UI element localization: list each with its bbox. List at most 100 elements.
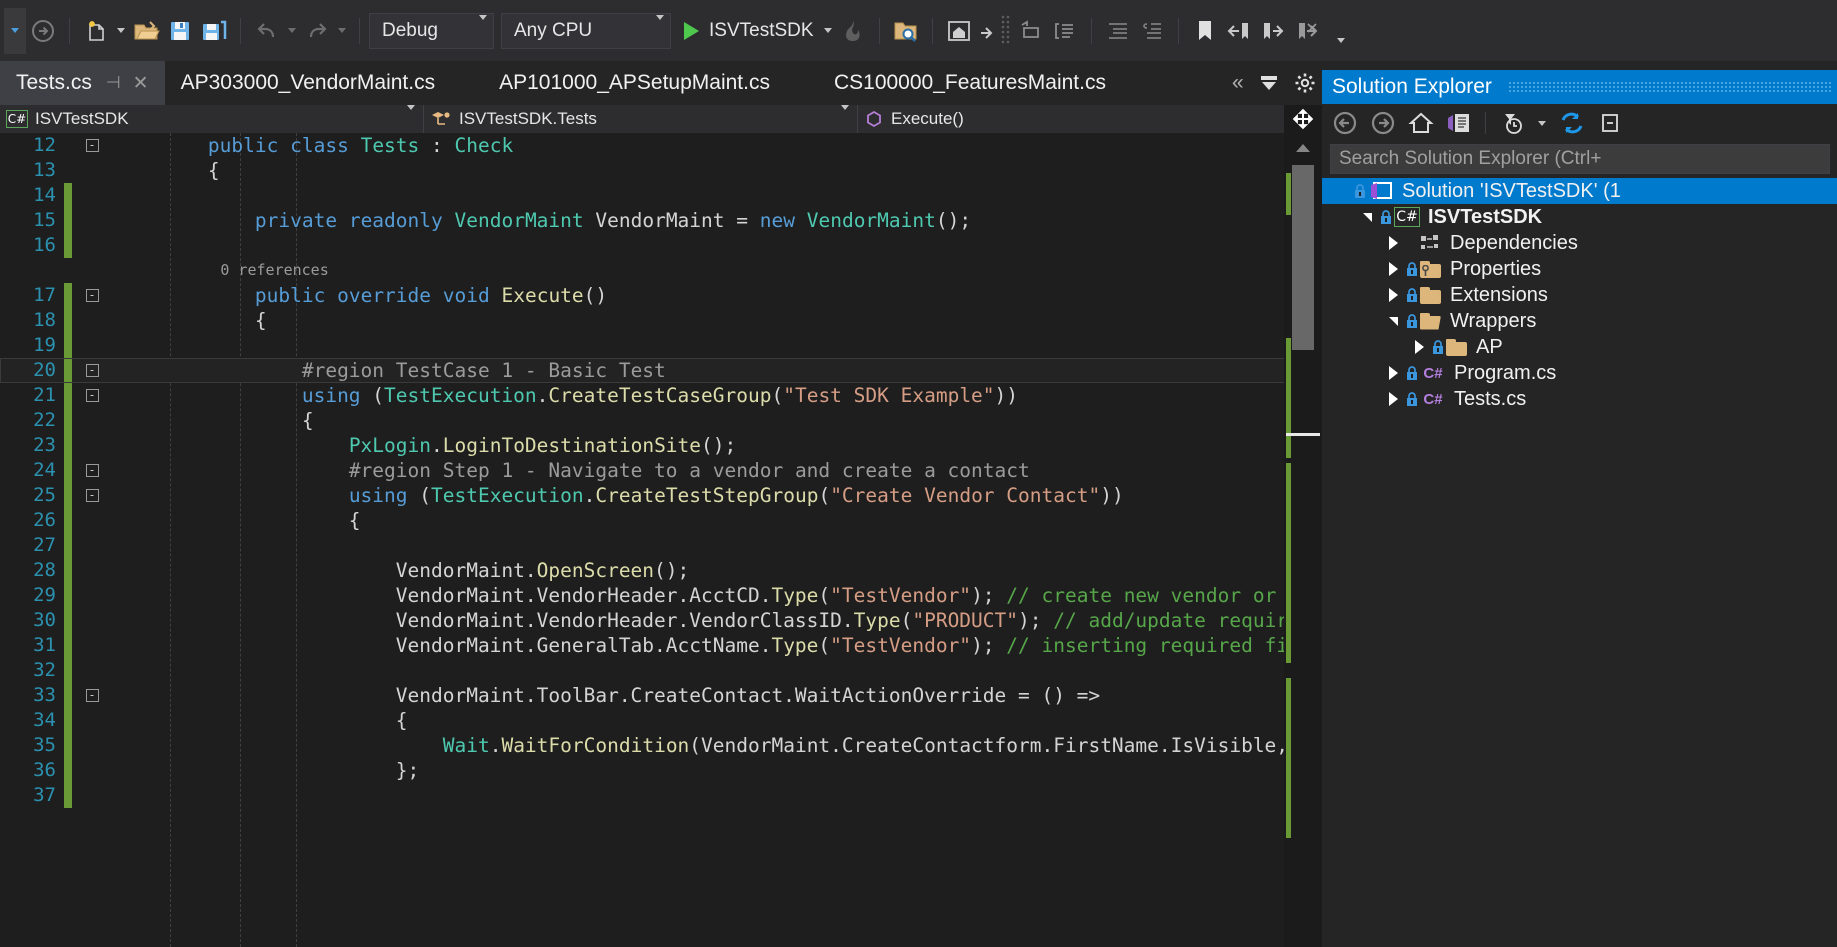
- navigate-forward-button[interactable]: [26, 13, 60, 49]
- comment-selection-icon[interactable]: [1014, 13, 1048, 49]
- code-line[interactable]: 26 {: [0, 508, 1322, 533]
- chevron-right-icon[interactable]: [1382, 288, 1404, 302]
- code-line[interactable]: 25 - using (TestExecution.CreateTestStepG…: [0, 483, 1322, 508]
- search-input[interactable]: Search Solution Explorer (Ctrl+: [1330, 144, 1830, 174]
- fold-toggle[interactable]: -: [72, 364, 112, 377]
- pin-icon[interactable]: ⊣: [106, 73, 121, 93]
- tab-list-icon[interactable]: [1258, 74, 1280, 92]
- code-line[interactable]: 35 Wait.WaitForCondition(VendorMaint.Cre…: [0, 733, 1322, 758]
- tree-item-extensions[interactable]: Extensions: [1322, 282, 1837, 308]
- toggle-bookmark-icon[interactable]: [1188, 13, 1222, 49]
- configuration-combo[interactable]: Debug: [369, 12, 494, 49]
- save-button[interactable]: [163, 13, 197, 49]
- code-line[interactable]: 31 VendorMaint.GeneralTab.AcctName.Type(…: [0, 633, 1322, 658]
- undo-button[interactable]: [250, 13, 284, 49]
- new-item-dropdown[interactable]: [113, 13, 129, 49]
- next-bookmark-icon[interactable]: [1256, 13, 1290, 49]
- gear-icon[interactable]: [1294, 72, 1316, 94]
- chevron-right-icon[interactable]: [1382, 262, 1404, 276]
- navbar-type-dropdown[interactable]: ISVTestSDK.Tests: [424, 105, 858, 133]
- code-line[interactable]: 0 references: [0, 258, 1322, 283]
- fold-toggle[interactable]: -: [72, 289, 112, 302]
- code-line[interactable]: 34 {: [0, 708, 1322, 733]
- fold-toggle[interactable]: -: [72, 689, 112, 702]
- tree-item-program-cs[interactable]: C# Program.cs: [1322, 360, 1837, 386]
- editor-split-grip[interactable]: [1284, 105, 1322, 133]
- code-line[interactable]: 24 - #region Step 1 - Navigate to a vendo…: [0, 458, 1322, 483]
- fold-toggle[interactable]: -: [72, 464, 112, 477]
- tree-item-dependencies[interactable]: Dependencies: [1322, 230, 1837, 256]
- solution-explorer-titlebar[interactable]: Solution Explorer: [1322, 70, 1837, 104]
- chevron-down-icon[interactable]: [1356, 212, 1378, 222]
- collapse-all-icon[interactable]: [1593, 107, 1627, 139]
- tree-item-solution-isvtestsdk-1[interactable]: Solution 'ISVTestSDK' (1: [1322, 178, 1837, 204]
- code-line[interactable]: 33 - VendorMaint.ToolBar.CreateContact.Wa…: [0, 683, 1322, 708]
- code-line[interactable]: 17 - public override void Execute(): [0, 283, 1322, 308]
- scrollbar-thumb[interactable]: [1292, 165, 1314, 350]
- start-debug-button[interactable]: ISVTestSDK: [678, 13, 836, 49]
- tab-ap303000-vendormaint-cs[interactable]: AP303000_VendorMaint.cs: [165, 61, 452, 105]
- code-line[interactable]: 12 - public class Tests : Check: [0, 133, 1322, 158]
- tree-item-wrappers[interactable]: Wrappers: [1322, 308, 1837, 334]
- tree-item-properties[interactable]: Properties: [1322, 256, 1837, 282]
- code-line[interactable]: 29 VendorMaint.VendorHeader.AcctCD.Type(…: [0, 583, 1322, 608]
- vs-document-icon[interactable]: [1442, 107, 1476, 139]
- hot-reload-icon[interactable]: [836, 13, 870, 49]
- scroll-up-button[interactable]: [1284, 133, 1322, 163]
- open-file-button[interactable]: [129, 13, 163, 49]
- tab-overflow-icon[interactable]: «: [1232, 71, 1244, 95]
- code-line[interactable]: 22 {: [0, 408, 1322, 433]
- find-in-files-icon[interactable]: [889, 13, 923, 49]
- clear-bookmarks-icon[interactable]: [1290, 13, 1324, 49]
- code-line[interactable]: 13 {: [0, 158, 1322, 183]
- tree-item-isvtestsdk[interactable]: C# ISVTestSDK: [1322, 204, 1837, 230]
- chevron-down-icon[interactable]: [1533, 107, 1551, 139]
- previous-bookmark-icon[interactable]: [1222, 13, 1256, 49]
- tree-item-ap[interactable]: AP: [1322, 334, 1837, 360]
- undo-dropdown[interactable]: [284, 13, 300, 49]
- fold-toggle[interactable]: -: [72, 489, 112, 502]
- fold-toggle[interactable]: -: [72, 389, 112, 402]
- navigate-backward-dropdown[interactable]: [4, 7, 26, 54]
- chevron-down-icon[interactable]: [1382, 316, 1404, 326]
- redo-button[interactable]: [300, 13, 334, 49]
- code-line[interactable]: 36 };: [0, 758, 1322, 783]
- increase-indent-icon[interactable]: [1101, 13, 1135, 49]
- uncomment-selection-icon[interactable]: [1048, 13, 1082, 49]
- window-home-icon[interactable]: [942, 13, 976, 49]
- toolbar-overflow-button[interactable]: [1324, 13, 1358, 49]
- tree-item-tests-cs[interactable]: C# Tests.cs: [1322, 386, 1837, 412]
- code-editor[interactable]: 12- public class Tests : Check 13 {14 15 p…: [0, 133, 1322, 947]
- save-all-button[interactable]: [197, 13, 231, 49]
- code-line[interactable]: 27: [0, 533, 1322, 558]
- editor-vertical-scrollbar[interactable]: [1284, 133, 1322, 947]
- chevron-right-icon[interactable]: [1408, 340, 1430, 354]
- code-line[interactable]: 21 - using (TestExecution.CreateTestCaseG…: [0, 383, 1322, 408]
- chevron-right-icon[interactable]: [1382, 366, 1404, 380]
- codelens-references[interactable]: 0 references: [112, 258, 328, 283]
- navbar-project-dropdown[interactable]: C# ISVTestSDK: [0, 105, 424, 133]
- step-into-icon[interactable]: [976, 13, 998, 49]
- code-line[interactable]: 37: [0, 783, 1322, 808]
- tab-ap101000-apsetupmaint-cs[interactable]: AP101000_APSetupMaint.cs: [483, 61, 786, 105]
- navbar-member-dropdown[interactable]: Execute(): [858, 105, 1322, 133]
- code-line[interactable]: 19: [0, 333, 1322, 358]
- code-line[interactable]: 18 {: [0, 308, 1322, 333]
- code-line[interactable]: 28 VendorMaint.OpenScreen();: [0, 558, 1322, 583]
- code-line[interactable]: 32: [0, 658, 1322, 683]
- tab-cs100000-featuresmaint-cs[interactable]: CS100000_FeaturesMaint.cs: [818, 61, 1122, 105]
- fold-toggle[interactable]: -: [72, 139, 112, 152]
- code-line[interactable]: 14: [0, 183, 1322, 208]
- home-icon[interactable]: [1404, 107, 1438, 139]
- solution-tree[interactable]: Solution 'ISVTestSDK' (1 C# ISVTestSDK Depe…: [1322, 178, 1837, 412]
- filter-clock-icon[interactable]: [1495, 107, 1529, 139]
- tab-tests-cs[interactable]: Tests.cs ⊣ ✕: [0, 61, 165, 105]
- close-icon[interactable]: ✕: [133, 72, 149, 95]
- chevron-right-icon[interactable]: [1382, 236, 1404, 250]
- panel-drag-dots[interactable]: [1507, 81, 1831, 93]
- decrease-indent-icon[interactable]: [1135, 13, 1169, 49]
- code-line[interactable]: 20 - #region TestCase 1 - Basic Test: [0, 358, 1322, 383]
- platform-combo[interactable]: Any CPU: [501, 12, 671, 49]
- code-lines[interactable]: 12- public class Tests : Check 13 {14 15 p…: [0, 133, 1322, 947]
- chevron-right-icon[interactable]: [1382, 392, 1404, 406]
